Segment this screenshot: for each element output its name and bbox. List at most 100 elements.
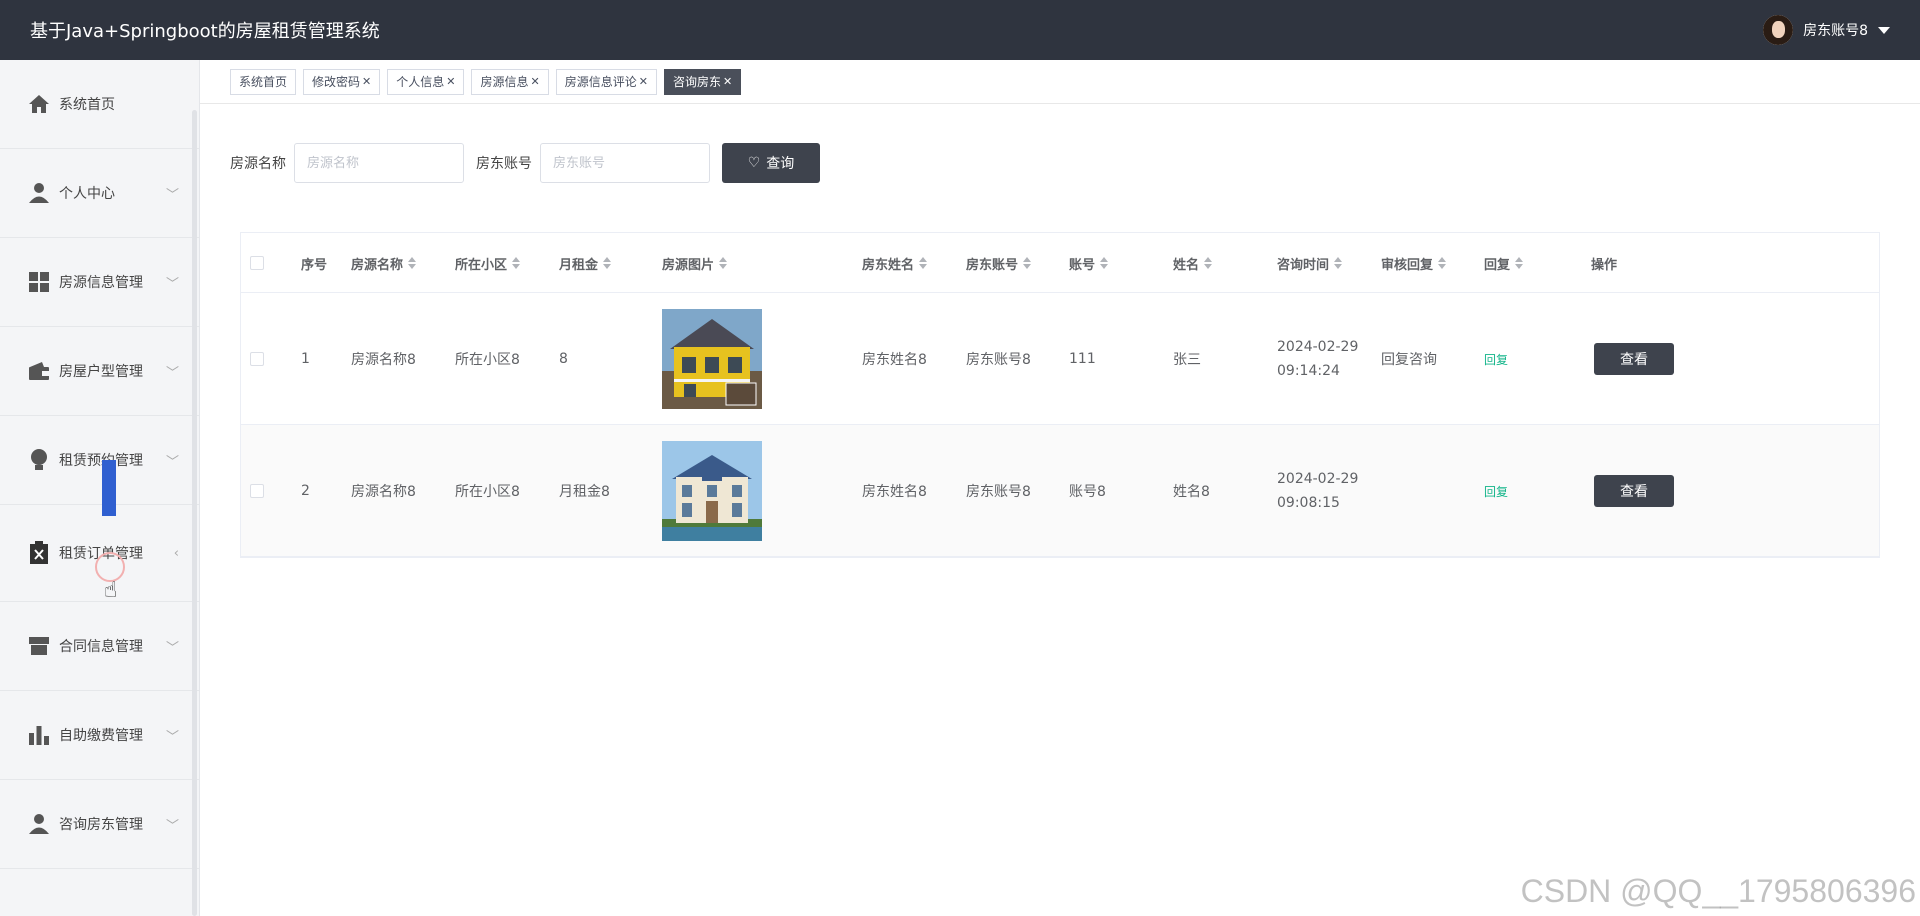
sidebar-scrollbar[interactable] [192, 110, 197, 916]
sidebar-item-label: 咨询房东管理 [59, 817, 143, 833]
header-reply[interactable]: 回复 [1484, 233, 1524, 293]
header-rent[interactable]: 月租金 [559, 233, 612, 293]
sidebar-item-label: 系统首页 [59, 97, 115, 113]
header-review-reply[interactable]: 审核回复 [1381, 233, 1447, 293]
header-house-name[interactable]: 房源名称 [351, 233, 417, 293]
user-menu[interactable]: 房东账号8 [1763, 15, 1890, 45]
sidebar-item-personal-center[interactable]: 个人中心 ﹀ [0, 149, 199, 238]
tab-personal-info[interactable]: 个人信息 ✕ [387, 68, 465, 95]
hand-pointer-icon: ☝ [104, 578, 118, 603]
close-icon[interactable]: ✕ [446, 75, 455, 88]
chevron-down-icon: ﹀ [165, 365, 179, 381]
row-house-image[interactable] [662, 425, 762, 557]
home-icon [27, 93, 51, 115]
landlord-account-input[interactable] [540, 143, 710, 183]
row-account: 账号8 [1069, 484, 1106, 500]
row-index: 1 [301, 351, 310, 367]
sort-icon [1334, 257, 1343, 269]
tab-change-password[interactable]: 修改密码 ✕ [303, 68, 381, 95]
sidebar-item-home[interactable]: 系统首页 [0, 60, 199, 149]
sidebar-item-rental-booking[interactable]: 租赁预约管理 ﹀ [0, 416, 199, 505]
sort-icon [1100, 257, 1109, 269]
header-name[interactable]: 姓名 [1173, 233, 1213, 293]
chevron-down-icon: ﹀ [165, 454, 179, 470]
consult-table: 序号 房源名称 所在小区 月租金 房源图片 房东姓名 房东账号 账号 姓名 咨询… [240, 232, 1880, 558]
avatar[interactable] [1763, 15, 1794, 45]
clipboard-x-icon [27, 541, 51, 564]
table-header: 序号 房源名称 所在小区 月租金 房源图片 房东姓名 房东账号 账号 姓名 咨询… [241, 233, 1879, 293]
view-button[interactable]: 查看 [1594, 475, 1674, 507]
sidebar: 系统首页 个人中心 ﹀ 房源信息管理 ﹀ 房屋户型管理 ﹀ 租赁预约管理 ﹀ 租… [0, 60, 200, 916]
tab-house-comments[interactable]: 房源信息评论 ✕ [555, 68, 657, 95]
header-landlord-name[interactable]: 房东姓名 [862, 233, 928, 293]
sidebar-item-label: 房屋户型管理 [59, 364, 143, 380]
sort-icon [408, 257, 417, 269]
tab-consult-landlord[interactable]: 咨询房东 ✕ [663, 68, 742, 95]
house-photo[interactable] [662, 309, 762, 409]
table-row: 2 房源名称8 所在小区8 月租金8 房东姓名8 房东账号8 账号8 姓名8 2… [241, 425, 1879, 557]
chevron-down-icon: ﹀ [165, 818, 179, 834]
sort-icon [512, 257, 521, 269]
row-community: 所在小区8 [455, 352, 520, 368]
header-community[interactable]: 所在小区 [455, 233, 521, 293]
search-button[interactable]: ♡ 查询 [722, 143, 820, 183]
header-landlord-account[interactable]: 房东账号 [966, 233, 1032, 293]
house-name-label: 房源名称 [230, 156, 286, 172]
header-index: 序号 [301, 257, 328, 273]
sort-icon [719, 257, 728, 269]
sort-icon [1515, 257, 1524, 269]
row-landlord-name: 房东姓名8 [862, 484, 927, 500]
row-house-image[interactable] [662, 293, 762, 425]
row-name: 张三 [1173, 352, 1201, 368]
wallet-icon [27, 360, 51, 382]
select-all-checkbox[interactable] [250, 233, 264, 293]
header-house-image[interactable]: 房源图片 [662, 233, 728, 293]
close-icon[interactable]: ✕ [639, 75, 648, 88]
header-consult-time[interactable]: 咨询时间 [1277, 233, 1343, 293]
sidebar-item-label: 个人中心 [59, 186, 115, 202]
row-house-name: 房源名称8 [351, 484, 416, 500]
row-house-name: 房源名称8 [351, 352, 416, 368]
sort-icon [603, 257, 612, 269]
person-icon [27, 813, 51, 835]
tab-home[interactable]: 系统首页 [230, 68, 297, 95]
user-icon [27, 182, 51, 204]
row-index: 2 [301, 483, 310, 499]
header-account[interactable]: 账号 [1069, 233, 1109, 293]
row-reply-link[interactable]: 回复 [1484, 425, 1508, 557]
row-landlord-name: 房东姓名8 [862, 352, 927, 368]
close-icon[interactable]: ✕ [531, 75, 540, 88]
tab-house-info[interactable]: 房源信息 ✕ [471, 68, 549, 95]
user-name: 房东账号8 [1803, 23, 1868, 39]
caret-down-icon[interactable] [1878, 26, 1890, 34]
sidebar-item-label: 自助缴费管理 [59, 728, 143, 744]
row-name: 姓名8 [1173, 484, 1210, 500]
row-rent: 8 [559, 351, 568, 367]
sidebar-item-consult-landlord[interactable]: 咨询房东管理 ﹀ [0, 780, 199, 869]
table-row: 1 房源名称8 所在小区8 8 房东姓名8 房东账号8 111 张三 2024-… [241, 293, 1879, 425]
text-selection-highlight [102, 460, 116, 516]
house-name-input[interactable] [294, 143, 464, 183]
row-checkbox[interactable] [250, 425, 264, 557]
chevron-down-icon: ﹀ [165, 729, 179, 745]
heart-icon: ♡ [747, 155, 761, 171]
bar-chart-icon [27, 724, 51, 746]
sidebar-item-self-payment[interactable]: 自助缴费管理 ﹀ [0, 691, 199, 780]
sidebar-item-house-type[interactable]: 房屋户型管理 ﹀ [0, 327, 199, 416]
row-action: 查看 [1594, 425, 1674, 557]
row-consult-time: 2024-02-29 09:14:24 [1277, 339, 1359, 379]
sidebar-item-contract[interactable]: 合同信息管理 ﹀ [0, 602, 199, 691]
sidebar-item-house-info[interactable]: 房源信息管理 ﹀ [0, 238, 199, 327]
sort-icon [1438, 257, 1447, 269]
house-photo[interactable] [662, 441, 762, 541]
close-icon[interactable]: ✕ [723, 75, 732, 88]
row-consult-time: 2024-02-29 09:08:15 [1277, 471, 1359, 511]
sidebar-item-rental-order[interactable]: 租赁订单管理 ‹ [0, 505, 199, 602]
close-icon[interactable]: ✕ [362, 75, 371, 88]
view-button[interactable]: 查看 [1594, 343, 1674, 375]
bulb-icon [27, 449, 51, 471]
row-reply-link[interactable]: 回复 [1484, 293, 1508, 425]
row-checkbox[interactable] [250, 293, 264, 425]
chevron-down-icon: ﹀ [165, 276, 179, 292]
top-bar: 基于Java+Springboot的房屋租赁管理系统 房东账号8 [0, 0, 1920, 60]
